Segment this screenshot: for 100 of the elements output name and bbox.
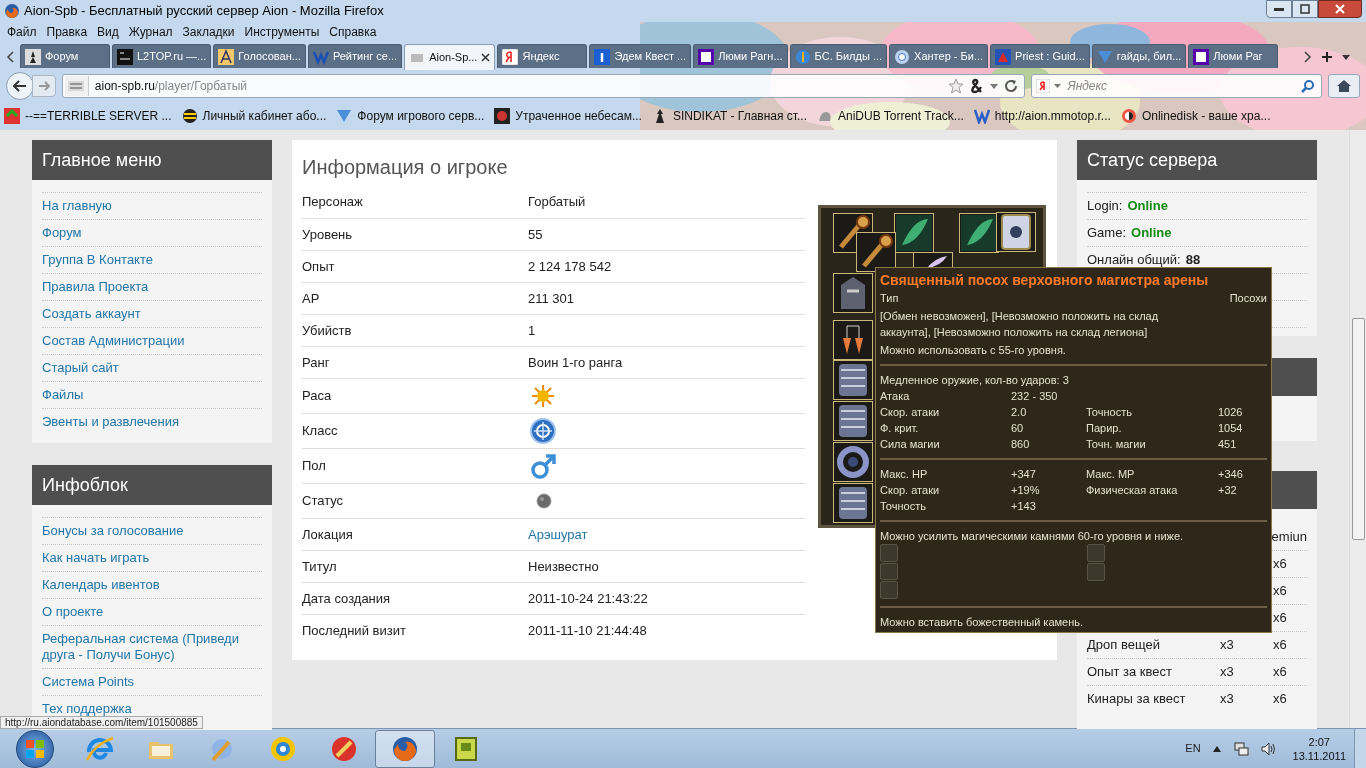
browser-tab[interactable]: Форум [20, 44, 110, 68]
menu-link[interactable]: Реферальная система (Приведи друга - Получи Бонус) [42, 631, 262, 663]
menu-link[interactable]: Бонусы за голосование [42, 523, 184, 539]
search-icon[interactable] [1301, 79, 1316, 93]
site-icon [117, 48, 133, 65]
menu-link[interactable]: Состав Администрации [42, 333, 185, 349]
stat-value: 232 - 350 [1011, 389, 1059, 404]
url-path: /player/Горбатый [154, 79, 248, 93]
menu-link[interactable]: Старый сайт [42, 360, 119, 376]
reload-icon[interactable] [1004, 79, 1019, 93]
browser-tab[interactable]: Эдем Квест ... [589, 44, 692, 68]
type-label: Тип [880, 291, 899, 306]
back-button[interactable] [6, 72, 34, 100]
menu-link[interactable]: Правила Проекта [42, 279, 149, 295]
menu-link[interactable]: Группа В Контакте [42, 252, 153, 268]
maximize-button[interactable] [1292, 0, 1318, 18]
field-value: 1 [528, 321, 536, 340]
site-icon [409, 49, 426, 66]
site-icon [594, 48, 611, 65]
rate-value: x3 [1220, 637, 1235, 653]
field-value: 2011-10-24 21:43:22 [528, 589, 648, 608]
window-title: Aion-Spb - Бесплатный русский сервер Aion - Mozilla Firefox [24, 2, 384, 21]
url-host: aion-spb.ru [94, 79, 155, 93]
menu-link[interactable]: Файлы [42, 387, 84, 403]
field-label: Последний визит [302, 621, 407, 640]
menu-link[interactable]: Календарь ивентов [42, 577, 160, 593]
scrollbar-thumb[interactable] [1351, 318, 1365, 540]
language-indicator[interactable]: EN [1185, 740, 1201, 757]
shield-icon [996, 212, 1036, 252]
menu-link[interactable]: О проекте [42, 604, 104, 620]
browser-tab[interactable]: Голосован... [213, 44, 306, 68]
crest-icon [530, 418, 556, 444]
browser-tab[interactable]: гайды, бил... [1091, 44, 1187, 68]
scrollbar[interactable] [1349, 130, 1366, 728]
firefox-icon [4, 3, 20, 19]
stat-label: Сила магии [880, 437, 941, 452]
menu-link[interactable]: Как начать играть [42, 550, 150, 566]
browser-tab[interactable]: Яндекс [497, 44, 588, 68]
bookmark-icon [181, 108, 198, 124]
bookmark[interactable]: Личный кабинет або... [181, 107, 327, 125]
menu-link[interactable]: Система Points [42, 674, 135, 690]
menu-item[interactable]: Правка [41, 23, 93, 41]
field-label: Статус [302, 492, 345, 511]
menu-item[interactable]: Закладки [177, 23, 240, 41]
bookmark[interactable]: Утраченное небесам... [494, 107, 642, 125]
dropdown-icon[interactable] [1054, 84, 1062, 88]
close-icon[interactable] [481, 53, 491, 62]
menu-link[interactable]: Создать аккаунт [42, 306, 141, 322]
minimize-button[interactable] [1266, 0, 1292, 18]
feather-icon [913, 252, 953, 268]
bookmark[interactable]: --==TERRIBLE SERVER ... [4, 107, 172, 125]
bookmark[interactable]: AniDUB Torrent Track... [817, 107, 964, 125]
dropdown-icon[interactable] [990, 83, 999, 89]
menu-item[interactable]: Справка [324, 23, 382, 41]
volume-icon[interactable] [1260, 740, 1277, 757]
browser-tab[interactable]: Priest : Guid... [990, 44, 1090, 68]
star-icon[interactable] [948, 78, 965, 94]
bookmark[interactable]: SINDIKAT - Главная ст... [651, 107, 807, 125]
clock-date[interactable]: 13.11.2011 [1292, 748, 1346, 763]
menu-item[interactable]: Вид [92, 23, 124, 41]
browser-tab[interactable]: Рейтинг се... [307, 44, 403, 68]
tray-arrow-icon[interactable] [1212, 745, 1221, 752]
browser-tab[interactable]: Люми Рагн... [693, 44, 788, 68]
rate-value: x6 [1273, 664, 1287, 680]
start-button[interactable] [16, 729, 54, 768]
home-button[interactable] [1328, 74, 1360, 98]
ampersand-icon[interactable] [970, 78, 985, 94]
location-link[interactable]: Арэшурат [528, 524, 588, 545]
rate-value: x3 [1220, 664, 1235, 680]
menu-link[interactable]: Форум [42, 225, 82, 241]
stat-label: Скор. атаки [880, 405, 941, 420]
yandex-icon[interactable] [1036, 79, 1051, 93]
menu-item[interactable]: Журнал [123, 23, 178, 41]
address-field[interactable]: aion-spb.ru/player/Горбатый [61, 74, 1026, 98]
browser-tab[interactable]: Люми Раг [1188, 44, 1279, 68]
menu-item[interactable]: Файл [2, 23, 42, 41]
rate-value: x6 [1273, 583, 1287, 599]
browser-tab[interactable]: Хантер - Би... [889, 44, 989, 68]
socket-slot [1087, 563, 1105, 581]
menu-link[interactable]: На главную [42, 198, 112, 214]
menu-link[interactable]: Тех поддержка [42, 701, 132, 717]
stat-value: +19% [1011, 483, 1041, 498]
enchant-note: Можно усилить магическими камнями 60-го уровня и ниже. [880, 529, 1185, 544]
menu-item[interactable]: Инструменты [239, 23, 325, 41]
socket-slot [880, 581, 898, 599]
clock-time[interactable]: 2:07 [1308, 734, 1330, 749]
menu-link[interactable]: Эвенты и развлечения [42, 414, 180, 430]
taskbar-app[interactable] [375, 729, 435, 768]
network-icon[interactable] [1232, 740, 1249, 757]
bookmark[interactable]: http://aion.mmotop.r... [973, 107, 1111, 125]
browser-tab[interactable]: L2TOP.ru —... [112, 44, 212, 68]
search-box[interactable]: Яндекс [1031, 74, 1323, 98]
close-button[interactable] [1318, 0, 1362, 18]
browser-tab[interactable]: БС. Билды ... [789, 44, 888, 68]
rate-value: x6 [1273, 637, 1287, 653]
rate-label: Дроп вещей [1087, 637, 1161, 653]
browser-tab[interactable]: Aion-Sp... [404, 44, 496, 70]
search-field[interactable]: Яндекс [1067, 77, 1298, 95]
bookmark[interactable]: Onlinedisk - ваше хра... [1120, 107, 1271, 125]
bookmark[interactable]: Форум игрового серв... [336, 107, 485, 125]
